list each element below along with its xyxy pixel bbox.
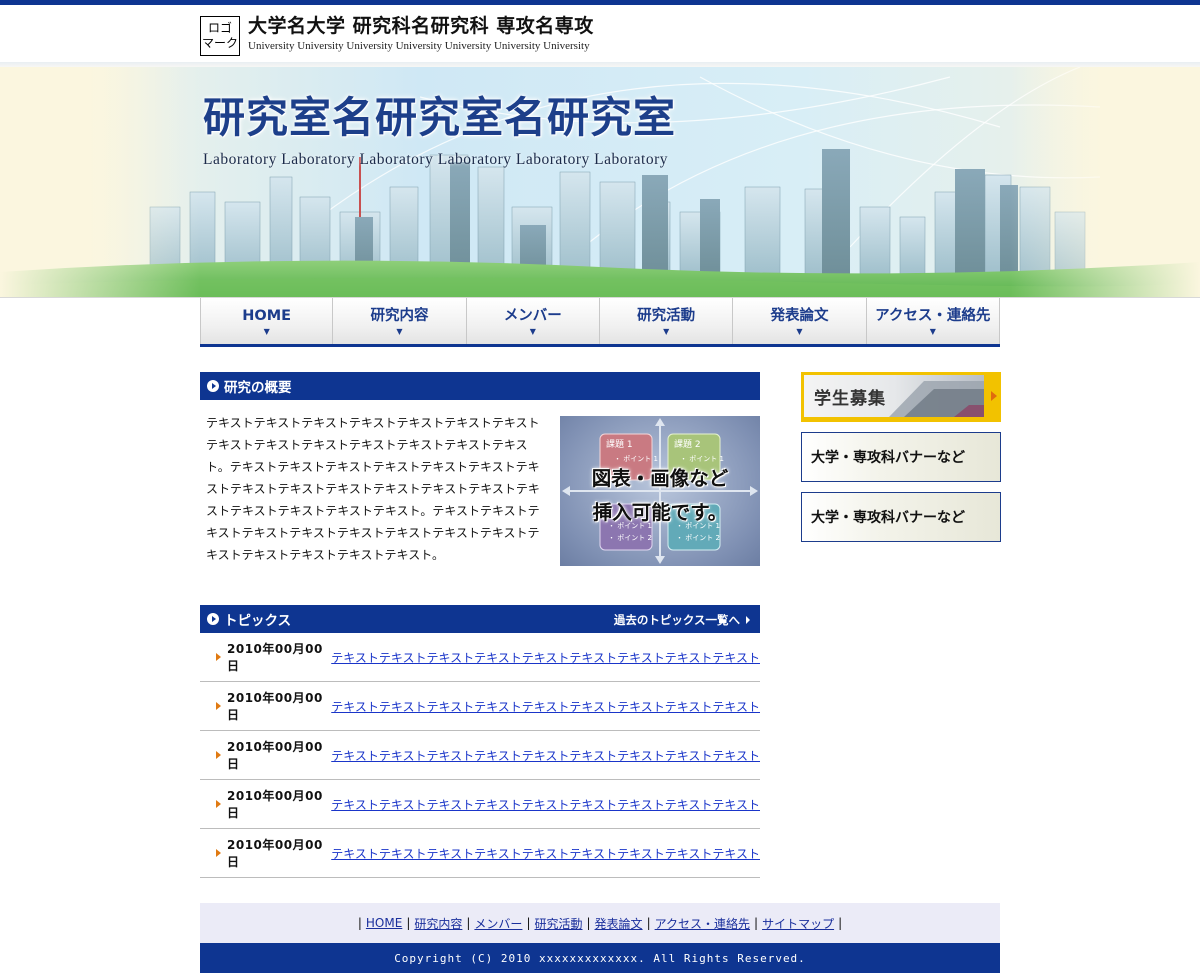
nav-label-home: HOME (242, 308, 292, 324)
overview-heading: 研究の概要 (224, 380, 292, 396)
university-banner[interactable]: 大学・専攻科バナーなど (801, 432, 1001, 482)
overview-text: テキストテキストテキストテキストテキストテキストテキストテキストテキストテキスト… (206, 416, 540, 562)
lab-subtitle: Laboratory Laboratory Laboratory Laborat… (203, 151, 669, 168)
nav-item-activities[interactable]: 研究活動 ▼ (599, 298, 734, 344)
nav-label-access: アクセス・連絡先 (875, 308, 991, 324)
nav-item-members[interactable]: メンバー ▼ (466, 298, 600, 344)
topic-row: 2010年00月00日 テキストテキストテキストテキストテキストテキストテキスト… (200, 633, 760, 682)
overview-heading-bar: 研究の概要 (200, 372, 760, 400)
logo-mark[interactable]: ロゴ マーク (200, 16, 240, 56)
topic-link[interactable]: テキストテキストテキストテキストテキストテキストテキストテキストテキスト (331, 796, 760, 813)
topic-date: 2010年00月00日 (227, 740, 323, 771)
topic-row: 2010年00月00日 テキストテキストテキストテキストテキストテキストテキスト… (200, 682, 760, 731)
global-nav: HOME ▼ 研究内容 ▼ メンバー ▼ 研究活動 ▼ 発表論文 ▼ アクセス・… (200, 298, 1000, 347)
overview-section: 研究の概要 テキストテキストテキストテキストテキストテキストテキストテキストテキ… (200, 372, 760, 572)
footer-separator: | (838, 916, 843, 930)
overview-figure: 課題 1 課題 2 ・ ポイント 1 ・ ポイント 1 ・ ポイント 1 ・ ポ… (560, 416, 760, 566)
chevron-down-icon: ▼ (263, 327, 270, 336)
footer-separator: | (357, 916, 362, 930)
footer-separator: | (526, 916, 531, 930)
topic-link[interactable]: テキストテキストテキストテキストテキストテキストテキストテキストテキスト (331, 698, 760, 715)
topic-link[interactable]: テキストテキストテキストテキストテキストテキストテキストテキストテキスト (331, 649, 760, 666)
topic-row: 2010年00月00日 テキストテキストテキストテキストテキストテキストテキスト… (200, 829, 760, 878)
topic-date: 2010年00月00日 (227, 789, 323, 820)
topics-section: トピックス 過去のトピックス一覧へ 2010年00月00日 テキストテキストテキ… (200, 605, 760, 878)
nav-label-activities: 研究活動 (637, 308, 696, 324)
footer-separator: | (466, 916, 471, 930)
nav-label-research: 研究内容 (370, 308, 429, 324)
topic-row: 2010年00月00日 テキストテキストテキストテキストテキストテキストテキスト… (200, 780, 760, 829)
logo-text-line1: ロゴ (207, 21, 232, 35)
circle-arrow-icon (207, 613, 219, 625)
chevron-down-icon: ▼ (796, 327, 803, 336)
nav-label-members: メンバー (503, 308, 562, 324)
topic-date: 2010年00月00日 (227, 691, 323, 722)
box3-point2: ・ ポイント 2 (608, 534, 652, 542)
topics-heading: トピックス (224, 613, 292, 629)
footer-separator: | (646, 916, 651, 930)
topic-date: 2010年00月00日 (227, 838, 323, 869)
circle-arrow-icon (207, 380, 219, 392)
university-banner[interactable]: 大学・専攻科バナーなど (801, 492, 1001, 542)
copyright: Copyright (C) 2010 xxxxxxxxxxxxx. All Ri… (200, 943, 1000, 973)
chevron-down-icon: ▼ (396, 327, 403, 336)
footer-link-research[interactable]: 研究内容 (414, 915, 462, 932)
footer-link-members[interactable]: メンバー (474, 915, 522, 932)
chevron-down-icon: ▼ (929, 327, 936, 336)
university-name-block: 大学名大学 研究科名研究科 専攻名専攻 University Universit… (248, 15, 594, 52)
recruitment-banner-image: 学生募集 (804, 375, 984, 417)
topics-heading-bar: トピックス 過去のトピックス一覧へ (200, 605, 760, 633)
lab-title: 研究室名研究室名研究室 (203, 93, 677, 142)
chevron-down-icon: ▼ (529, 327, 536, 336)
diagram-graphic: 課題 1 課題 2 ・ ポイント 1 ・ ポイント 1 ・ ポイント 1 ・ ポ… (562, 418, 758, 564)
nav-item-research[interactable]: 研究内容 ▼ (333, 298, 467, 344)
footer-nav: | HOME | 研究内容 | メンバー | 研究活動 | 発表論文 | アクセ… (200, 903, 1000, 943)
topic-link[interactable]: テキストテキストテキストテキストテキストテキストテキストテキストテキスト (331, 845, 760, 862)
arrow-right-icon (746, 616, 750, 624)
footer-link-papers[interactable]: 発表論文 (595, 915, 643, 932)
arrow-right-icon (216, 849, 221, 857)
past-topics-link[interactable]: 過去のトピックス一覧へ (614, 612, 750, 628)
university-subtitle: University University University Univers… (248, 40, 590, 52)
main-content: 研究の概要 テキストテキストテキストテキストテキストテキストテキストテキストテキ… (200, 372, 760, 878)
footer-link-sitemap[interactable]: サイトマップ (762, 915, 834, 932)
topic-link[interactable]: テキストテキストテキストテキストテキストテキストテキストテキストテキスト (331, 747, 760, 764)
arrow-right-icon (216, 702, 221, 710)
nav-item-papers[interactable]: 発表論文 ▼ (733, 298, 867, 344)
box4-point2: ・ ポイント 2 (676, 534, 720, 542)
header-branding: ロゴ マーク 大学名大学 研究科名研究科 専攻名専攻 University Un… (200, 15, 594, 56)
chevron-down-icon: ▼ (663, 327, 670, 336)
logo-text-line2: マーク (201, 36, 238, 50)
sidebar: 学生募集 大学・専攻科バナーなど 大学・専攻科バナーなど (801, 372, 1001, 542)
topic-date: 2010年00月00日 (227, 642, 323, 673)
footer-separator: | (406, 916, 411, 930)
arrow-right-icon (991, 391, 997, 401)
recruitment-label: 学生募集 (814, 389, 886, 409)
arrow-right-icon (216, 653, 221, 661)
university-title: 大学名大学 研究科名研究科 専攻名専攻 (248, 15, 594, 37)
arrow-right-icon (216, 751, 221, 759)
footer-link-activities[interactable]: 研究活動 (534, 915, 582, 932)
footer-separator: | (586, 916, 591, 930)
nav-label-papers: 発表論文 (770, 308, 829, 324)
footer-link-access[interactable]: アクセス・連絡先 (655, 915, 750, 932)
figure-caption-line2: 挿入可能です。 (592, 501, 728, 524)
footer-separator: | (754, 916, 759, 930)
past-topics-link-label: 過去のトピックス一覧へ (613, 613, 740, 627)
figure-caption-line1: 図表・画像など (591, 467, 729, 490)
hero-banner: 研究室名研究室名研究室 Laboratory Laboratory Labora… (0, 67, 1200, 297)
student-recruitment-banner[interactable]: 学生募集 (801, 372, 1001, 422)
footer-link-home[interactable]: HOME (366, 916, 402, 930)
nav-item-access[interactable]: アクセス・連絡先 ▼ (866, 298, 1000, 344)
arrow-right-icon (216, 800, 221, 808)
box2-title: 課題 2 (674, 438, 701, 450)
nav-item-home[interactable]: HOME ▼ (200, 298, 334, 344)
topic-row: 2010年00月00日 テキストテキストテキストテキストテキストテキストテキスト… (200, 731, 760, 780)
box1-title: 課題 1 (606, 438, 633, 450)
site-header: ロゴ マーク 大学名大学 研究科名研究科 専攻名専攻 University Un… (0, 5, 1200, 62)
